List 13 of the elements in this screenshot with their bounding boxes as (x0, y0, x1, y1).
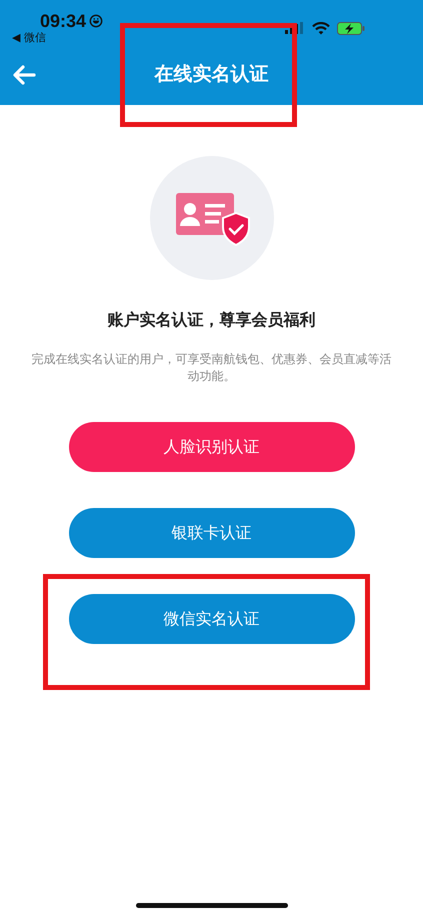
heading: 账户实名认证，尊享会员福利 (108, 310, 316, 331)
description: 完成在线实名认证的用户，可享受南航钱包、优惠券、会员直减等活动功能。 (30, 351, 392, 385)
smiley-icon (89, 14, 104, 28)
battery-charging-icon (337, 22, 365, 34)
signal-icon (285, 22, 305, 34)
page-title: 在线实名认证 (154, 62, 268, 84)
status-time: 09:34 (40, 11, 86, 31)
verify-button[interactable]: 人脸识别认证 (68, 422, 354, 472)
verify-button[interactable]: 银联卡认证 (68, 508, 354, 558)
back-to-app-link[interactable]: ◀ 微信 (12, 31, 104, 45)
verify-button[interactable]: 微信实名认证 (68, 594, 354, 644)
wifi-icon (312, 22, 330, 34)
back-arrow-icon[interactable] (12, 65, 36, 85)
